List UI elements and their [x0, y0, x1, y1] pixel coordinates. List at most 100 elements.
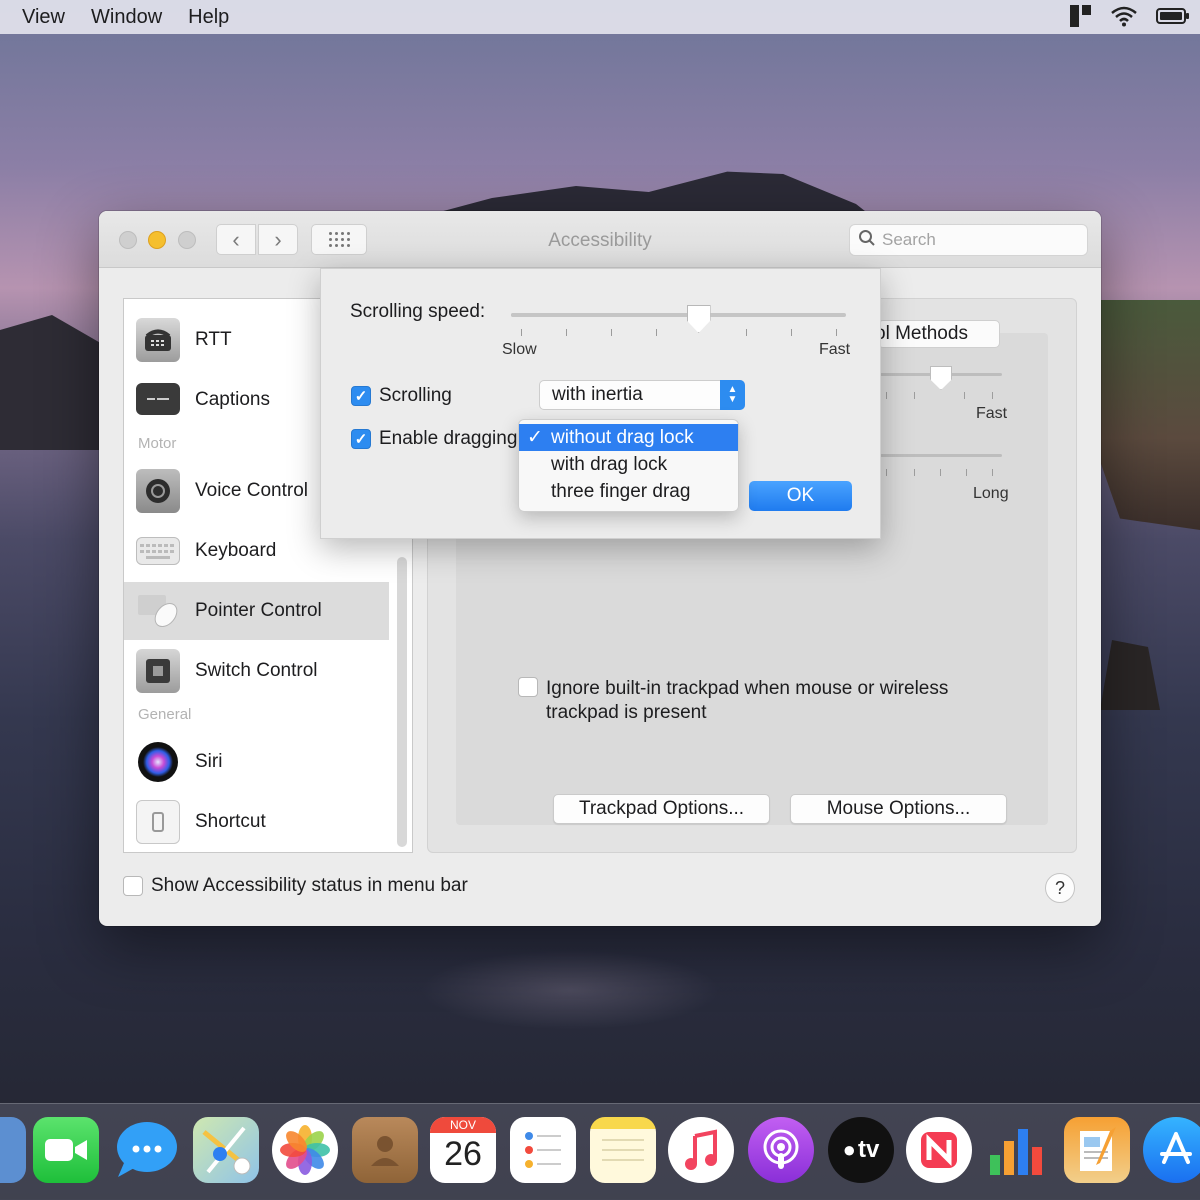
ignore-trackpad-label: Ignore built-in trackpad when mouse or w…: [546, 678, 949, 723]
slider-tick: [966, 469, 967, 476]
title-bar: ‹ › Accessibility Search: [99, 211, 1101, 268]
sidebar-item-pointer-control[interactable]: Pointer Control: [124, 582, 389, 640]
podcasts-icon[interactable]: [748, 1117, 814, 1183]
menu-item-label: three finger drag: [551, 480, 691, 502]
sidebar-item-switch-control[interactable]: Switch Control: [124, 642, 389, 700]
keyboard-icon: [136, 537, 180, 565]
notes-icon[interactable]: [590, 1117, 656, 1183]
enable-dragging-checkbox[interactable]: ✓: [351, 429, 371, 449]
shortcut-icon: [136, 800, 180, 844]
slider-label-fast: Fast: [976, 405, 1008, 422]
menu-item-three-finger-drag[interactable]: three finger drag: [519, 478, 738, 505]
maps-icon[interactable]: [193, 1117, 259, 1183]
numbers-icon[interactable]: [985, 1117, 1051, 1183]
app-store-icon[interactable]: [1143, 1117, 1200, 1183]
scrolling-mode-value: with inertia: [552, 384, 643, 405]
slider-tick: [914, 392, 915, 399]
ignore-trackpad-row[interactable]: Ignore built-in trackpad when mouse or w…: [518, 677, 1006, 725]
slider-tick: [611, 329, 612, 336]
facetime-icon[interactable]: [33, 1117, 99, 1183]
menu-view[interactable]: View: [22, 6, 65, 29]
ok-button[interactable]: OK: [749, 481, 852, 511]
slider-tick: [940, 469, 941, 476]
help-button[interactable]: ?: [1045, 873, 1075, 903]
search-field[interactable]: Search: [849, 224, 1088, 256]
messages-icon[interactable]: [114, 1117, 180, 1183]
search-icon: [858, 229, 876, 252]
slider-tick: [836, 329, 837, 336]
menu-help[interactable]: Help: [188, 6, 229, 29]
tv-label: tv: [857, 1136, 880, 1163]
pages-icon[interactable]: [1064, 1117, 1130, 1183]
menu-bar: View Window Help: [0, 0, 1200, 34]
sidebar-item-label: RTT: [195, 329, 232, 350]
slider-track-fill: [511, 313, 699, 317]
slider-knob[interactable]: [930, 366, 952, 390]
siri-icon: [136, 740, 180, 784]
tab-label: ol Methods: [878, 323, 968, 344]
slider-label-slow: Slow: [502, 341, 537, 358]
section-general: General: [138, 706, 192, 723]
mouse-options-button[interactable]: Mouse Options...: [790, 794, 1007, 824]
sidebar-scrollbar[interactable]: [397, 557, 407, 847]
scrolling-checkbox[interactable]: ✓: [351, 386, 371, 406]
switch-control-icon: [136, 649, 180, 693]
calendar-month: NOV: [430, 1117, 496, 1133]
sidebar-item-label: Captions: [195, 389, 270, 410]
scrolling-row[interactable]: ✓ Scrolling: [351, 385, 452, 407]
desktop-rock: [1100, 640, 1160, 710]
slider-tick: [746, 329, 747, 336]
sidebar-item-label: Shortcut: [195, 811, 266, 832]
trackpad-options-button[interactable]: Trackpad Options...: [553, 794, 770, 824]
show-status-checkbox[interactable]: [123, 876, 143, 896]
sidebar-item-label: Voice Control: [195, 480, 309, 501]
tab-alternate-control-methods[interactable]: ol Methods: [878, 320, 1000, 348]
ignore-trackpad-checkbox[interactable]: [518, 677, 538, 697]
slider-tick: [886, 392, 887, 399]
desktop-cliff: [1100, 300, 1200, 530]
show-status-label: Show Accessibility status in menu bar: [151, 875, 468, 896]
dragging-mode-menu[interactable]: ✓ without drag lock with drag lock three…: [518, 419, 739, 512]
slider-tick: [886, 469, 887, 476]
checkmark-icon: ✓: [527, 427, 543, 448]
slider-tick: [656, 329, 657, 336]
reminders-icon[interactable]: [510, 1117, 576, 1183]
slider-tick: [521, 329, 522, 336]
sidebar-item-label: Switch Control: [195, 660, 318, 681]
calendar-icon[interactable]: NOV 26: [430, 1117, 496, 1183]
menu-item-with-drag-lock[interactable]: with drag lock: [519, 451, 738, 478]
contacts-icon[interactable]: [352, 1117, 418, 1183]
scrolling-mode-select[interactable]: with inertia ▲ ▼: [539, 380, 745, 410]
dock: NOV 26 ● tv: [0, 1103, 1200, 1200]
wifi-icon[interactable]: [1110, 5, 1138, 27]
slider-tick: [566, 329, 567, 336]
slider-tick: [992, 392, 993, 399]
sidebar-item-label: Keyboard: [195, 540, 277, 561]
apple-tv-icon[interactable]: ● tv: [828, 1117, 894, 1183]
preview-icon[interactable]: [0, 1117, 26, 1183]
sidebar-item-shortcut[interactable]: Shortcut: [124, 793, 389, 851]
voice-control-icon: [136, 469, 180, 513]
window-layout-icon[interactable]: [1070, 5, 1092, 27]
battery-icon[interactable]: [1156, 7, 1190, 25]
calendar-day: 26: [444, 1135, 482, 1173]
rtt-phone-icon: [136, 318, 180, 362]
show-status-row[interactable]: Show Accessibility status in menu bar: [123, 875, 468, 897]
scrolling-speed-knob[interactable]: [686, 305, 711, 333]
menu-window[interactable]: Window: [91, 6, 162, 29]
music-icon[interactable]: [668, 1117, 734, 1183]
captions-icon: [136, 383, 180, 415]
slider-tick: [791, 329, 792, 336]
spring-loading-slider[interactable]: [880, 454, 1002, 457]
sidebar-item-siri[interactable]: Siri: [124, 733, 389, 791]
menu-item-label: without drag lock: [551, 426, 694, 448]
apple-logo-icon: ●: [842, 1137, 856, 1162]
news-icon[interactable]: [906, 1117, 972, 1183]
menu-item-without-drag-lock[interactable]: ✓ without drag lock: [519, 424, 738, 451]
search-placeholder: Search: [882, 230, 936, 249]
scrolling-label: Scrolling: [379, 385, 452, 406]
slider-label-fast: Fast: [819, 341, 851, 358]
scrolling-speed-slider[interactable]: [511, 313, 846, 317]
photos-icon[interactable]: [272, 1117, 338, 1183]
enable-dragging-row[interactable]: ✓ Enable dragging: [351, 428, 517, 450]
